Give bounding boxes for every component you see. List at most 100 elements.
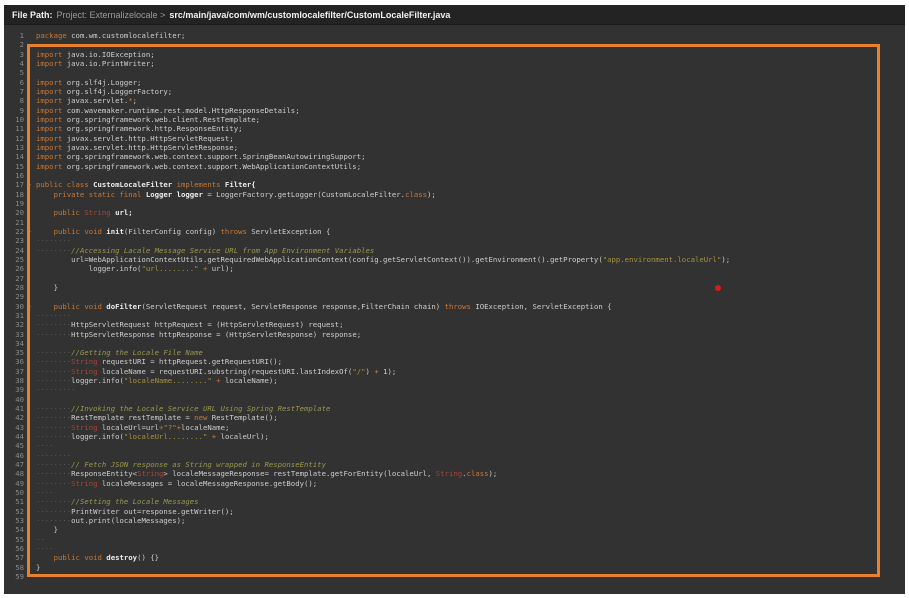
code-line[interactable]: 40 [10, 395, 905, 404]
code-line[interactable]: 8import javax.servlet.*; [10, 96, 905, 105]
code-text: public class CustomLocaleFilter implemen… [36, 180, 905, 189]
code-line[interactable]: 15import org.springframework.web.context… [10, 162, 905, 171]
code-text: import org.springframework.web.client.Re… [36, 115, 905, 124]
code-text: ········· [36, 385, 905, 394]
code-line[interactable]: 11import org.springframework.http.Respon… [10, 124, 905, 133]
line-number: 13 [10, 143, 24, 152]
fold-marker-icon[interactable]: - [24, 227, 36, 236]
code-text: private static final Logger logger = Log… [36, 190, 905, 199]
code-line[interactable]: 4import java.io.PrintWriter; [10, 59, 905, 68]
code-text: ···· [36, 544, 905, 553]
code-line[interactable]: 55·· [10, 535, 905, 544]
code-line[interactable]: 46········ [10, 451, 905, 460]
code-line[interactable]: 57 public void destroy() {} [10, 553, 905, 562]
fold-spacer [24, 246, 36, 255]
code-line[interactable]: 10import org.springframework.web.client.… [10, 115, 905, 124]
line-number: 43 [10, 423, 24, 432]
fold-spacer [24, 236, 36, 245]
code-line[interactable]: 12import javax.servlet.http.HttpServletR… [10, 134, 905, 143]
fold-spacer [24, 497, 36, 506]
fold-spacer [24, 469, 36, 478]
code-line[interactable]: 44········logger.info("localeUrl........… [10, 432, 905, 441]
code-line[interactable]: 18 private static final Logger logger = … [10, 190, 905, 199]
line-number: 33 [10, 330, 24, 339]
code-line[interactable]: 38········logger.info("localeName.......… [10, 376, 905, 385]
code-line[interactable]: 24········//Accessing Lacale Message Ser… [10, 246, 905, 255]
line-number: 50 [10, 488, 24, 497]
fold-marker-icon[interactable]: - [24, 302, 36, 311]
line-number: 29 [10, 292, 24, 301]
fold-spacer [24, 255, 36, 264]
code-line[interactable]: 56···· [10, 544, 905, 553]
fold-spacer [24, 68, 36, 77]
code-line[interactable]: 14import org.springframework.web.context… [10, 152, 905, 161]
code-line[interactable]: 32········HttpServletRequest httpRequest… [10, 320, 905, 329]
code-line[interactable]: 20 public String url; [10, 208, 905, 217]
file-path-bar: File Path: Project: Externalizelocale > … [4, 5, 905, 25]
code-line[interactable]: 41········//Invoking the Locale Service … [10, 404, 905, 413]
code-line[interactable]: 22- public void init(FilterConfig config… [10, 227, 905, 236]
code-line[interactable]: 47········// Fetch JSON response as Stri… [10, 460, 905, 469]
code-line[interactable]: 36········String requestURI = httpReques… [10, 357, 905, 366]
code-text [36, 40, 905, 49]
fold-spacer [24, 376, 36, 385]
code-line[interactable]: 23········ [10, 236, 905, 245]
code-text: url=WebApplicationContextUtils.getRequir… [36, 255, 905, 264]
code-line[interactable]: 50···· [10, 488, 905, 497]
line-number: 53 [10, 516, 24, 525]
code-line[interactable]: 13import javax.servlet.http.HttpServletR… [10, 143, 905, 152]
code-line[interactable]: 49········String localeMessages = locale… [10, 479, 905, 488]
code-text [36, 292, 905, 301]
code-line[interactable]: 30- public void doFilter(ServletRequest … [10, 302, 905, 311]
code-line[interactable]: 37········String localeName = requestURI… [10, 367, 905, 376]
code-line[interactable]: 33········HttpServletResponse httpRespon… [10, 330, 905, 339]
code-line[interactable]: 16 [10, 171, 905, 180]
code-line[interactable]: 9import com.wavemaker.runtime.rest.model… [10, 106, 905, 115]
code-line[interactable]: 29 [10, 292, 905, 301]
code-text: ········// Fetch JSON response as String… [36, 460, 905, 469]
code-line[interactable]: 34 [10, 339, 905, 348]
code-line[interactable]: 5 [10, 68, 905, 77]
line-number: 1 [10, 31, 24, 40]
code-line[interactable]: 52········PrintWriter out=response.getWr… [10, 507, 905, 516]
fold-spacer [24, 283, 36, 292]
line-number: 49 [10, 479, 24, 488]
fold-spacer [24, 152, 36, 161]
code-line[interactable]: 43········String localeUrl=url+"?"+local… [10, 423, 905, 432]
fold-spacer [24, 115, 36, 124]
code-line[interactable]: 17-public class CustomLocaleFilter imple… [10, 180, 905, 189]
code-line[interactable]: 7import org.slf4j.LoggerFactory; [10, 87, 905, 96]
line-number: 45 [10, 441, 24, 450]
code-line[interactable]: 27 [10, 274, 905, 283]
fold-spacer [24, 87, 36, 96]
code-line[interactable]: 6import org.slf4j.Logger; [10, 78, 905, 87]
code-line[interactable]: 21 [10, 218, 905, 227]
line-number: 46 [10, 451, 24, 460]
line-number: 26 [10, 264, 24, 273]
fold-marker-icon[interactable]: - [24, 180, 36, 189]
code-line[interactable]: 3import java.io.IOException; [10, 50, 905, 59]
code-line[interactable]: 53········out.print(localeMessages); [10, 516, 905, 525]
code-line[interactable]: 48········ResponseEntity<String> localeM… [10, 469, 905, 478]
code-editor[interactable]: 1package com.wm.customlocalefilter;23imp… [4, 25, 905, 594]
code-line[interactable]: 31········ [10, 311, 905, 320]
code-line[interactable]: 54 } [10, 525, 905, 534]
code-line[interactable]: 58} [10, 563, 905, 572]
line-number: 40 [10, 395, 24, 404]
fold-spacer [24, 124, 36, 133]
code-line[interactable]: 45···· [10, 441, 905, 450]
code-line[interactable]: 39········· [10, 385, 905, 394]
code-line[interactable]: 42········RestTemplate restTemplate = ne… [10, 413, 905, 422]
code-line[interactable]: 51········//Setting the Locale Messages [10, 497, 905, 506]
code-line[interactable]: 25 url=WebApplicationContextUtils.getReq… [10, 255, 905, 264]
code-line[interactable]: 35········//Getting the Locale File Name [10, 348, 905, 357]
fold-spacer [24, 143, 36, 152]
code-line[interactable]: 2 [10, 40, 905, 49]
code-line[interactable]: 19 [10, 199, 905, 208]
code-line[interactable]: 26 logger.info("url........" + url); [10, 264, 905, 273]
code-line[interactable]: 28 } [10, 283, 905, 292]
code-line[interactable]: 1package com.wm.customlocalefilter; [10, 31, 905, 40]
code-text: ········ [36, 311, 905, 320]
code-lines: 1package com.wm.customlocalefilter;23imp… [10, 31, 905, 581]
code-line[interactable]: 59 [10, 572, 905, 581]
